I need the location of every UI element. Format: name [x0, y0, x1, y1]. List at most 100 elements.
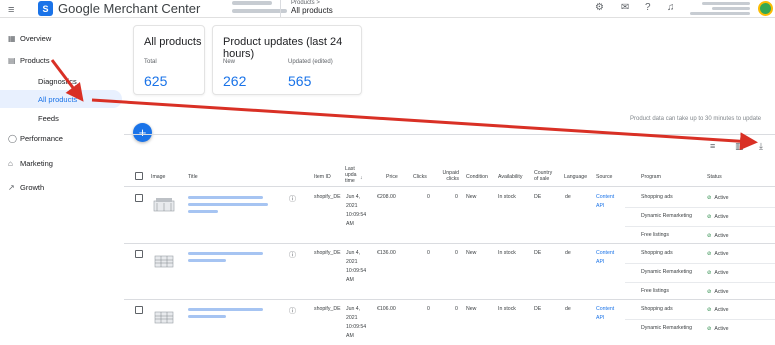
- clicks: 0: [427, 250, 430, 256]
- info-icon[interactable]: ⓘ: [289, 194, 296, 204]
- price: €136.00: [377, 250, 396, 256]
- column-header-status[interactable]: Status: [707, 174, 722, 180]
- row-checkbox[interactable]: [135, 194, 143, 202]
- updated-value: 565: [288, 73, 312, 89]
- add-product-button[interactable]: +: [133, 123, 152, 142]
- product-title-redacted[interactable]: [188, 315, 226, 318]
- avatar[interactable]: [758, 1, 773, 16]
- column-header-availability[interactable]: Availability: [498, 174, 522, 180]
- sidebar: ▦ Overview ▤ Products Diagnostics All pr…: [0, 18, 122, 345]
- sidebar-item-performance[interactable]: ◯ Performance: [0, 129, 122, 147]
- status-badge: ⊘ Active: [707, 233, 729, 239]
- source-link[interactable]: API: [596, 258, 604, 266]
- column-header-price[interactable]: Price: [386, 174, 398, 180]
- update-year: 2021: [346, 203, 358, 209]
- account-detail-redacted: [690, 12, 750, 15]
- program: Shopping ads: [641, 194, 673, 200]
- sidebar-item-growth[interactable]: ↗ Growth: [0, 178, 122, 196]
- account-name-redacted[interactable]: [232, 1, 272, 5]
- update-date: Jun 4,: [346, 250, 361, 256]
- sidebar-item-label: Overview: [20, 33, 52, 43]
- product-title-redacted[interactable]: [188, 196, 263, 199]
- status-text: Active: [714, 307, 729, 313]
- column-header-item-id[interactable]: Item ID: [314, 174, 331, 180]
- program: Free listings: [641, 288, 669, 294]
- column-header-last-update[interactable]: Last upda time: [345, 166, 359, 184]
- source-link[interactable]: Content: [596, 305, 614, 313]
- column-header-image: Image: [151, 174, 166, 180]
- product-title-redacted[interactable]: [188, 259, 226, 262]
- download-icon[interactable]: ⤓: [759, 141, 763, 152]
- column-header-source[interactable]: Source: [596, 174, 612, 180]
- sidebar-item-all-products[interactable]: All products: [0, 90, 122, 108]
- update-ampm: AM: [346, 221, 354, 227]
- column-header-country[interactable]: Country of sale: [534, 170, 556, 182]
- overview-icon: ▦: [8, 33, 16, 43]
- info-icon[interactable]: ⓘ: [289, 250, 296, 260]
- item-id: shopify_DE: [314, 194, 341, 200]
- status-badge: ⊘ Active: [707, 289, 729, 295]
- sidebar-item-diagnostics[interactable]: Diagnostics: [0, 72, 122, 90]
- program: Free listings: [641, 232, 669, 238]
- item-id: shopify_DE: [314, 306, 341, 312]
- breadcrumb-divider: [280, 0, 281, 17]
- menu-icon[interactable]: ≡: [8, 4, 14, 16]
- item-id: shopify_DE: [314, 250, 341, 256]
- row-checkbox[interactable]: [135, 250, 143, 258]
- status-text: Active: [714, 233, 729, 239]
- account-id-redacted: [232, 9, 287, 13]
- account-detail-redacted: [712, 7, 750, 10]
- column-header-title[interactable]: Title: [188, 174, 198, 180]
- clicks: 0: [427, 306, 430, 312]
- availability: In stock: [498, 250, 516, 256]
- program: Shopping ads: [641, 250, 673, 256]
- status-badge: ⊘ Active: [707, 270, 729, 276]
- status-text: Active: [714, 289, 729, 295]
- source-link[interactable]: Content: [596, 193, 614, 201]
- merchant-center-logo: S: [38, 1, 53, 16]
- sidebar-item-feeds[interactable]: Feeds: [0, 109, 122, 127]
- product-title-redacted[interactable]: [188, 210, 218, 213]
- sidebar-item-label: Products: [20, 55, 50, 65]
- product-title-redacted[interactable]: [188, 252, 263, 255]
- check-circle-icon: ⊘: [707, 233, 712, 239]
- sidebar-item-label: Diagnostics: [38, 76, 77, 86]
- mail-icon[interactable]: ✉: [621, 2, 629, 13]
- notification-bell-icon[interactable]: ♫: [667, 2, 675, 13]
- divider: [124, 299, 775, 300]
- source-link[interactable]: Content: [596, 249, 614, 257]
- check-circle-icon: ⊘: [707, 251, 712, 257]
- sidebar-item-overview[interactable]: ▦ Overview: [0, 29, 122, 47]
- info-icon[interactable]: ⓘ: [289, 306, 296, 316]
- filter-icon[interactable]: ≡: [710, 141, 715, 151]
- check-circle-icon: ⊘: [707, 214, 712, 220]
- sidebar-item-label: Feeds: [38, 113, 59, 123]
- source-link[interactable]: API: [596, 314, 604, 322]
- column-header-unpaid-clicks[interactable]: Unpaid clicks: [441, 170, 459, 182]
- update-time: 10:09:54: [346, 324, 367, 330]
- settings-icon[interactable]: ⚙: [595, 2, 604, 13]
- sidebar-item-label: Performance: [20, 133, 63, 143]
- column-header-program[interactable]: Program: [641, 174, 661, 180]
- column-header-condition[interactable]: Condition: [466, 174, 488, 180]
- sidebar-item-label: Growth: [20, 182, 45, 192]
- column-header-language[interactable]: Language: [564, 174, 587, 180]
- language: de: [565, 250, 571, 256]
- columns-icon[interactable]: ▥: [735, 141, 744, 152]
- product-title-redacted[interactable]: [188, 203, 268, 206]
- price: €208.00: [377, 194, 396, 200]
- select-all-checkbox[interactable]: [135, 172, 143, 180]
- sidebar-item-marketing[interactable]: ⌂ Marketing: [0, 154, 122, 172]
- product-title-redacted[interactable]: [188, 308, 263, 311]
- row-checkbox[interactable]: [135, 306, 143, 314]
- help-icon[interactable]: ?: [645, 2, 651, 13]
- availability: In stock: [498, 194, 516, 200]
- source-link[interactable]: API: [596, 202, 604, 210]
- app-title: Google Merchant Center: [58, 1, 201, 16]
- sort-down-icon[interactable]: ↓: [360, 175, 363, 181]
- program: Dynamic Remarketing: [641, 325, 693, 331]
- language: de: [565, 194, 571, 200]
- column-header-clicks[interactable]: Clicks: [413, 174, 427, 180]
- divider: [124, 134, 775, 135]
- sidebar-item-products[interactable]: ▤ Products: [0, 51, 122, 69]
